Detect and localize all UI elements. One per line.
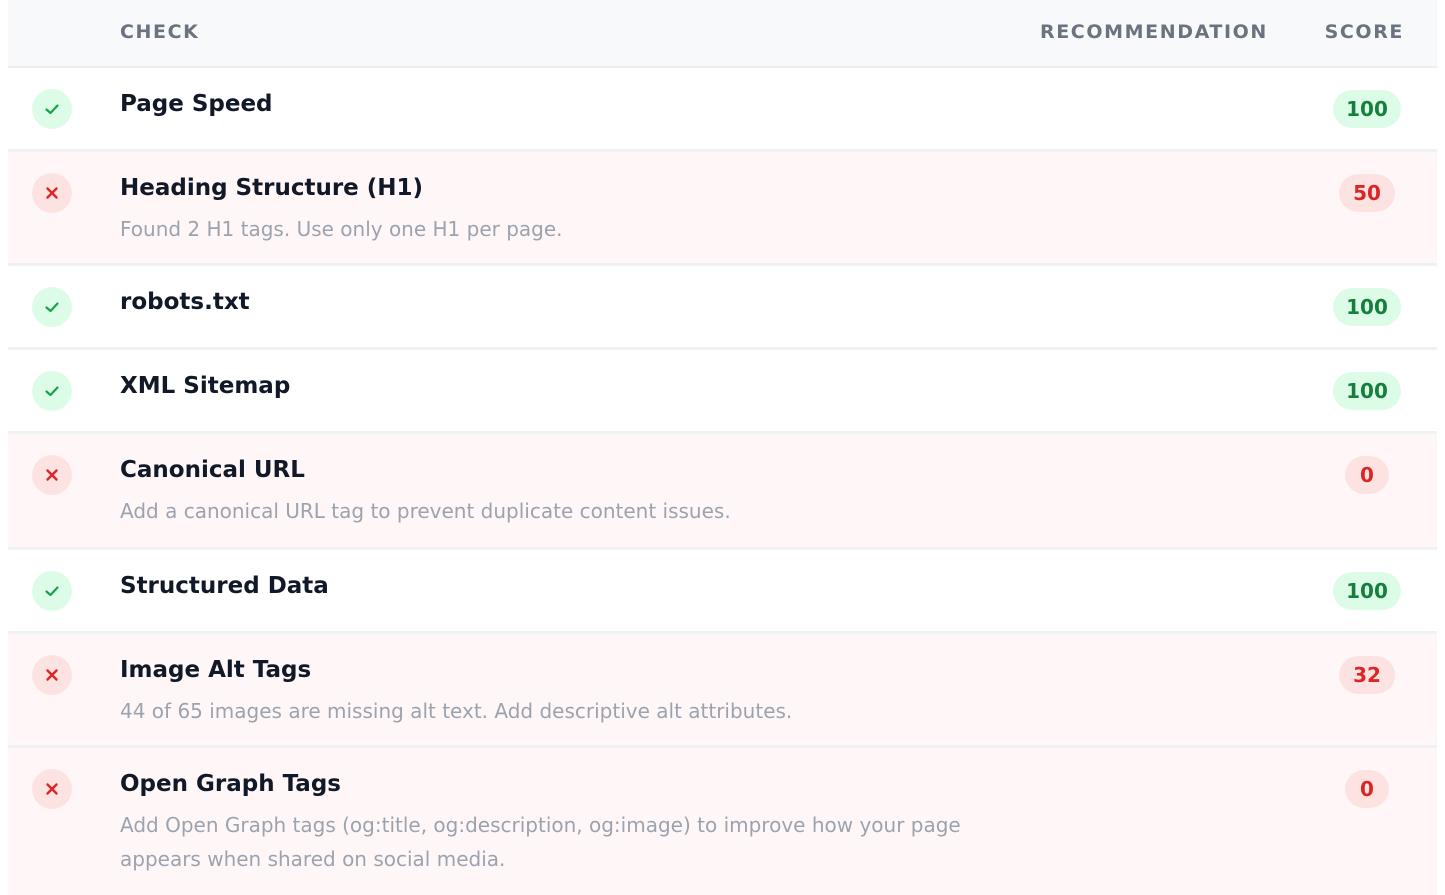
check-recommendation: Found 2 H1 tags. Use only one H1 per pag… <box>120 217 563 241</box>
check-title: Image Alt Tags <box>120 657 312 683</box>
score-badge: 0 <box>1345 770 1389 808</box>
table-row[interactable]: robots.txt 100 <box>8 266 1437 350</box>
cross-icon <box>32 455 72 495</box>
seo-checks-table: CHECK RECOMMENDATION SCORE Page Speed 10… <box>8 0 1437 895</box>
cross-icon <box>32 173 72 213</box>
score-badge: 100 <box>1333 90 1401 128</box>
score-badge: 100 <box>1333 572 1401 610</box>
cross-icon <box>32 769 72 809</box>
check-title: Structured Data <box>120 573 329 599</box>
table-row[interactable]: XML Sitemap 100 <box>8 350 1437 434</box>
check-icon <box>32 371 72 411</box>
table-row[interactable]: Open Graph Tags Add Open Graph tags (og:… <box>8 748 1437 895</box>
score-badge: 100 <box>1333 288 1401 326</box>
check-icon <box>32 287 72 327</box>
column-header-score[interactable]: SCORE <box>1325 20 1404 44</box>
check-icon <box>32 89 72 129</box>
score-badge: 50 <box>1339 174 1395 212</box>
check-title: Canonical URL <box>120 457 305 483</box>
cross-icon <box>32 655 72 695</box>
column-header-check[interactable]: CHECK <box>120 20 200 44</box>
check-recommendation: 44 of 65 images are missing alt text. Ad… <box>120 699 793 723</box>
column-header-recommendation[interactable]: RECOMMENDATION <box>1040 20 1268 44</box>
score-badge: 100 <box>1333 372 1401 410</box>
check-title: Page Speed <box>120 91 273 117</box>
score-badge: 0 <box>1345 456 1389 494</box>
table-row[interactable]: Canonical URL Add a canonical URL tag to… <box>8 434 1437 550</box>
check-recommendation: Add a canonical URL tag to prevent dupli… <box>120 499 731 523</box>
table-row[interactable]: Structured Data 100 <box>8 550 1437 634</box>
check-title: Open Graph Tags <box>120 771 341 797</box>
check-title: Heading Structure (H1) <box>120 175 424 201</box>
table-header: CHECK RECOMMENDATION SCORE <box>8 0 1437 68</box>
table-row[interactable]: Page Speed 100 <box>8 68 1437 152</box>
table-row[interactable]: Image Alt Tags 44 of 65 images are missi… <box>8 634 1437 748</box>
check-recommendation: Add Open Graph tags (og:title, og:descri… <box>120 813 961 871</box>
table-row[interactable]: Heading Structure (H1) Found 2 H1 tags. … <box>8 152 1437 266</box>
check-icon <box>32 571 72 611</box>
check-title: XML Sitemap <box>120 373 291 399</box>
score-badge: 32 <box>1339 656 1395 694</box>
check-title: robots.txt <box>120 289 250 315</box>
